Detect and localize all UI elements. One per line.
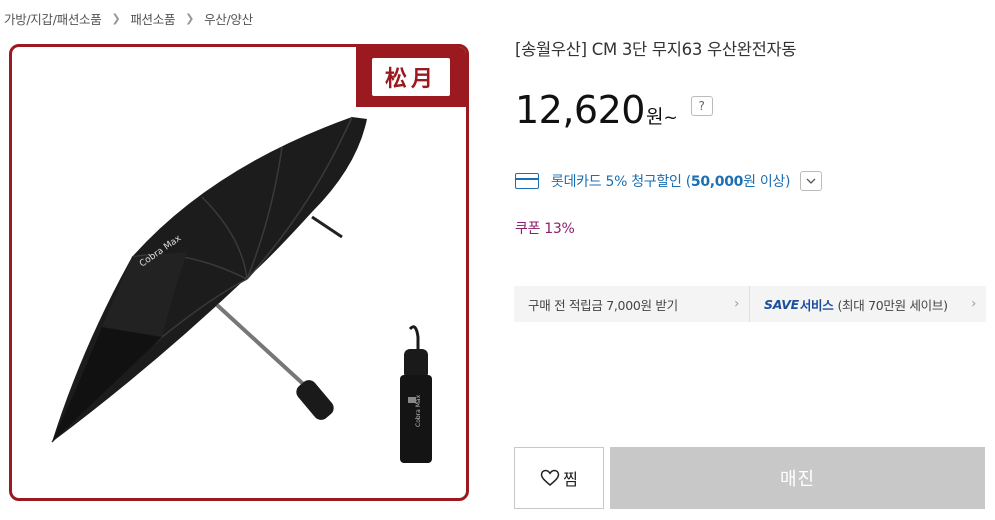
price-unit: 원: [645, 106, 664, 128]
benefit-box: 구매 전 적립금 7,000원 받기 › SAVE 서비스 (최대 70만원 세…: [514, 286, 986, 322]
credit-card-icon: [515, 173, 539, 189]
points-benefit[interactable]: 구매 전 적립금 7,000원 받기 ›: [514, 286, 750, 322]
wish-button[interactable]: 찜: [514, 447, 604, 509]
soldout-button: 매진: [610, 447, 985, 509]
svg-text:Cobra Max: Cobra Max: [415, 394, 422, 427]
card-discount-amount: 50,000: [690, 174, 744, 190]
card-discount-suffix: 원 이상): [743, 174, 791, 190]
breadcrumb-item-fashion-accessories[interactable]: 패션소품: [130, 9, 175, 28]
brand-badge: 松月: [356, 47, 466, 107]
product-image[interactable]: Cobra Max Cobra Max 松月: [9, 44, 469, 501]
save-suffix: 서비스: [799, 297, 834, 313]
save-detail: (최대 70만원 세이브): [837, 297, 948, 313]
breadcrumb: 가방/지갑/패션소품 ❯ 패션소품 ❯ 우산/양산: [4, 9, 253, 28]
umbrella-image: Cobra Max Cobra Max: [51, 116, 432, 463]
card-discount-prefix: 롯데카드 5% 청구할인 (: [551, 174, 691, 190]
product-page: 가방/지갑/패션소품 ❯ 패션소품 ❯ 우산/양산 Cobra Max Cobr…: [0, 0, 995, 520]
breadcrumb-item-bags[interactable]: 가방/지갑/패션소품: [4, 9, 102, 28]
card-discount-text: 롯데카드 5% 청구할인 (50,000원 이상): [551, 171, 790, 191]
card-discount-row[interactable]: 롯데카드 5% 청구할인 (50,000원 이상): [515, 171, 823, 191]
price-help-button[interactable]: ?: [690, 96, 713, 116]
chevron-right-icon: ❯: [111, 12, 121, 25]
save-word: SAVE: [764, 296, 799, 312]
chevron-right-icon: ❯: [185, 12, 195, 25]
heart-icon: [540, 469, 560, 486]
points-benefit-label: 구매 전 적립금 7,000원 받기: [528, 297, 678, 313]
price-value: 12,620: [515, 88, 645, 132]
wish-label: 찜: [563, 470, 578, 489]
chevron-right-icon: ›: [971, 296, 976, 312]
chevron-down-icon[interactable]: [800, 171, 823, 191]
brand-logo: 松月: [372, 58, 450, 96]
product-title: [송월우산] CM 3단 무지63 우산완전자동: [515, 40, 797, 59]
coupon-label[interactable]: 쿠폰 13%: [515, 218, 575, 238]
breadcrumb-item-umbrellas[interactable]: 우산/양산: [204, 9, 253, 28]
save-service-benefit[interactable]: SAVE 서비스 (최대 70만원 세이브) ›: [750, 286, 986, 322]
price-row: 12,620 원 ~ ?: [515, 88, 713, 132]
price-suffix: ~: [663, 108, 678, 128]
chevron-right-icon: ›: [734, 296, 739, 312]
